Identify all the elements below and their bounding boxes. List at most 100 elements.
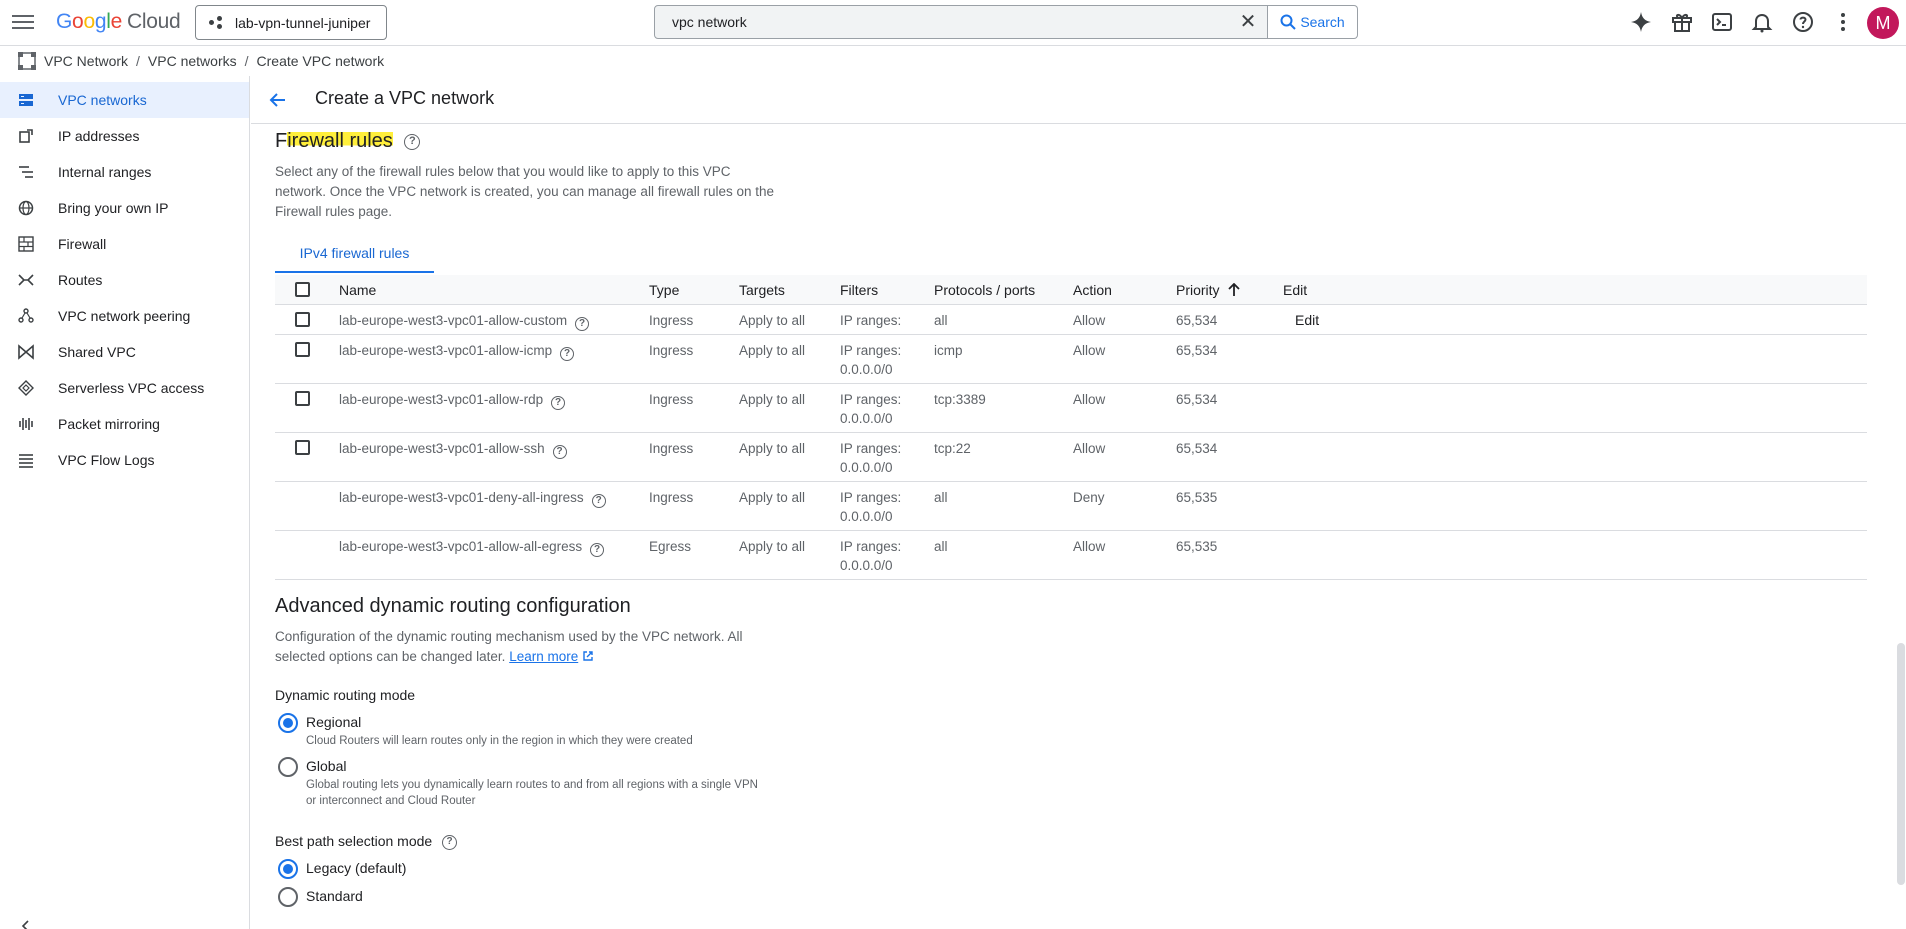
page-header: Create a VPC network: [251, 76, 1906, 124]
row-checkbox[interactable]: [295, 312, 310, 327]
back-arrow-icon[interactable]: [268, 90, 288, 110]
help-icon[interactable]: ?: [591, 494, 606, 508]
rule-type: Ingress: [649, 490, 694, 505]
sidebar-item-serverless-vpc-access[interactable]: Serverless VPC access: [0, 370, 249, 406]
table-row: lab-europe-west3-vpc01-allow-icmp? Ingre…: [275, 335, 1867, 384]
rule-priority: 65,534: [1176, 441, 1218, 456]
breadcrumb-vpc-network[interactable]: VPC Network: [44, 53, 128, 69]
column-header-filters[interactable]: Filters: [840, 282, 878, 298]
sidebar-item-label: Bring your own IP: [58, 200, 169, 216]
standard-label[interactable]: Standard: [306, 888, 363, 904]
rule-filter-range: 0.0.0.0/0: [840, 558, 893, 573]
rule-name: lab-europe-west3-vpc01-allow-ssh?: [339, 439, 567, 459]
firewall-description-line: Firewall rules page.: [275, 204, 393, 219]
rule-targets: Apply to all: [739, 490, 806, 505]
rule-action: Allow: [1073, 539, 1106, 554]
help-icon[interactable]: ?: [404, 133, 421, 150]
more-vert-icon[interactable]: [1831, 10, 1855, 34]
page-scrollbar[interactable]: [1897, 643, 1905, 885]
global-description: Global routing lets you dynamically lear…: [306, 777, 758, 809]
packet-mirroring-icon: [19, 418, 33, 430]
help-icon[interactable]: ?: [442, 834, 458, 850]
notifications-bell-icon[interactable]: [1750, 10, 1774, 34]
column-header-type[interactable]: Type: [649, 282, 679, 298]
global-radio[interactable]: [278, 757, 298, 777]
column-header-name[interactable]: Name: [339, 282, 376, 298]
sidebar-item-ip-addresses[interactable]: IP addresses: [0, 118, 249, 154]
sidebar-item-routes[interactable]: Routes: [0, 262, 249, 298]
collapse-sidebar-icon[interactable]: [20, 920, 32, 929]
sidebar-item-firewall[interactable]: Firewall: [0, 226, 249, 262]
sidebar-item-vpc-flow-logs[interactable]: VPC Flow Logs: [0, 442, 249, 478]
sidebar-item-bring-your-own-ip[interactable]: Bring your own IP: [0, 190, 249, 226]
row-checkbox[interactable]: [295, 440, 310, 455]
sidebar-item-internal-ranges[interactable]: Internal ranges: [0, 154, 249, 190]
project-hierarchy-icon: [209, 15, 223, 30]
google-cloud-logo[interactable]: Google Cloud: [56, 10, 181, 34]
search-button-label: Search: [1300, 14, 1345, 30]
search-button[interactable]: Search: [1268, 5, 1358, 39]
edit-rule-button[interactable]: Edit: [1295, 312, 1319, 328]
sidebar-item-vpc-network-peering[interactable]: VPC network peering: [0, 298, 249, 334]
help-icon[interactable]: ?: [551, 396, 566, 410]
project-picker-button[interactable]: lab-vpn-tunnel-juniper: [195, 5, 387, 40]
clear-search-icon[interactable]: ✕: [1239, 12, 1257, 32]
rule-targets: Apply to all: [739, 343, 806, 358]
main-menu-icon[interactable]: [12, 11, 34, 33]
routing-section-title: Advanced dynamic routing configuration: [275, 595, 631, 617]
rule-priority: 65,534: [1176, 343, 1218, 358]
account-avatar[interactable]: M: [1867, 7, 1899, 39]
rule-targets: Apply to all: [739, 539, 806, 554]
sidebar-item-packet-mirroring[interactable]: Packet mirroring: [0, 406, 249, 442]
select-all-checkbox[interactable]: [295, 282, 310, 297]
search-bar[interactable]: ✕: [654, 5, 1268, 39]
column-header-targets[interactable]: Targets: [739, 282, 785, 298]
rule-filters: IP ranges: 0.0.0.0/0: [840, 537, 901, 575]
cloud-shell-terminal-icon[interactable]: [1710, 10, 1734, 34]
breadcrumb-create-vpc-network[interactable]: Create VPC network: [257, 53, 385, 69]
regional-radio[interactable]: [278, 713, 298, 733]
rule-action: Allow: [1073, 392, 1106, 407]
help-icon[interactable]: ?: [590, 543, 605, 557]
rule-filters: IP ranges: 0.0.0.0/0: [840, 439, 901, 477]
sidebar-item-label: Routes: [58, 272, 103, 288]
column-header-priority[interactable]: Priority: [1176, 282, 1241, 298]
sidebar-item-vpc-networks[interactable]: VPC networks: [0, 82, 249, 118]
breadcrumb-vpc-networks[interactable]: VPC networks: [148, 53, 237, 69]
tab-ipv4-firewall-rules[interactable]: IPv4 firewall rules: [275, 237, 434, 273]
routing-description-text: selected options can be changed later.: [275, 649, 506, 664]
help-icon[interactable]: ?: [552, 445, 567, 459]
help-icon[interactable]: ?: [575, 317, 590, 331]
legacy-default-label[interactable]: Legacy (default): [306, 860, 406, 876]
rule-action: Deny: [1073, 490, 1105, 505]
rule-filter-label: IP ranges:: [840, 490, 902, 505]
row-checkbox[interactable]: [295, 391, 310, 406]
regional-label[interactable]: Regional: [306, 714, 361, 730]
learn-more-link[interactable]: Learn more: [509, 649, 578, 664]
gift-icon[interactable]: [1670, 10, 1694, 34]
routes-icon: [18, 274, 34, 286]
peering-icon: [18, 308, 34, 323]
arrow-up-icon[interactable]: [1227, 282, 1241, 297]
legacy-default-radio[interactable]: [278, 859, 298, 879]
rule-filter-range: 0.0.0.0/0: [840, 362, 893, 377]
routing-description-line: selected options can be changed later. L…: [275, 647, 743, 667]
rule-type: Ingress: [649, 313, 694, 328]
standard-radio[interactable]: [278, 887, 298, 907]
help-icon[interactable]: [1791, 10, 1815, 34]
global-label[interactable]: Global: [306, 758, 346, 774]
ip-addresses-icon: [19, 129, 33, 143]
sidebar-item-label: VPC networks: [58, 92, 147, 108]
row-checkbox[interactable]: [295, 342, 310, 357]
sidebar-item-shared-vpc[interactable]: Shared VPC: [0, 334, 249, 370]
firewall-title-prefix: F: [275, 130, 288, 152]
help-icon[interactable]: ?: [560, 347, 575, 361]
column-header-action[interactable]: Action: [1073, 282, 1112, 298]
gemini-sparkle-icon[interactable]: [1629, 10, 1653, 34]
firewall-rules-title: Firewall rules ?: [275, 130, 421, 153]
column-header-protocols[interactable]: Protocols / ports: [934, 282, 1035, 298]
rule-name-text: lab-europe-west3-vpc01-allow-rdp: [339, 392, 544, 407]
search-input[interactable]: [655, 6, 1215, 38]
rule-filters: IP ranges: 0.0.0.0/0: [840, 341, 901, 379]
rule-type: Ingress: [649, 343, 694, 358]
